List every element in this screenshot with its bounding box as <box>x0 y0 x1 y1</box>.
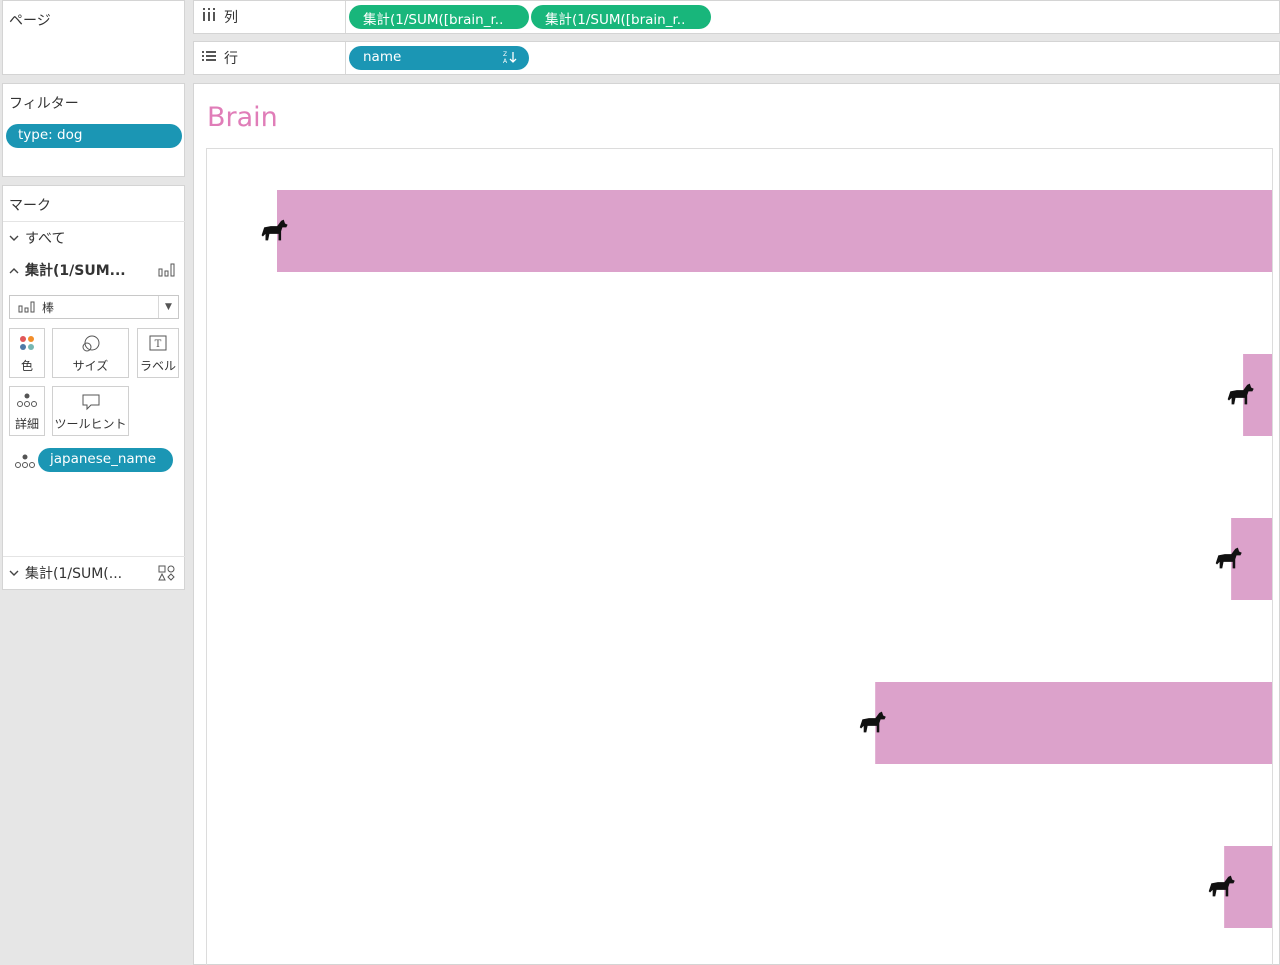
tooltip-button-label: ツールヒント <box>54 417 127 431</box>
columns-shelf[interactable]: 列 集計(1/SUM([brain_r.. 集計(1/SUM([brain_r.… <box>193 0 1280 34</box>
chevron-down-icon <box>9 566 25 580</box>
detail-field-pill[interactable]: japanese_name <box>38 448 173 472</box>
bar-chart-icon <box>18 301 35 313</box>
worksheet-view: Brain <box>193 83 1280 965</box>
columns-label-text: 列 <box>224 10 238 26</box>
bar-chart <box>261 190 1273 928</box>
rows-label-text: 行 <box>224 51 238 67</box>
marks-second-layer-row[interactable]: 集計(1/SUM(... <box>3 557 186 589</box>
mark-type-select[interactable]: 棒 ▼ <box>9 295 179 319</box>
columns-shelf-label: 列 <box>194 1 346 33</box>
detail-dots-icon <box>10 393 44 407</box>
detail-button[interactable]: 詳細 <box>9 386 45 436</box>
tableau-worksheet: ページ フィルター type: dog マーク すべて 集計(1/SUM... … <box>0 0 1280 965</box>
bar-mark[interactable] <box>277 190 1273 272</box>
label-button[interactable]: T ラベル <box>137 328 179 378</box>
marks-all-label: すべて <box>25 231 66 247</box>
bar-mark[interactable] <box>1231 518 1273 600</box>
marks-all-row[interactable]: すべて <box>3 222 186 254</box>
svg-text:Z: Z <box>503 51 507 58</box>
tooltip-bubble-icon <box>53 393 128 411</box>
marks-second-layer-label: 集計(1/SUM(... <box>25 566 123 582</box>
dropdown-arrow-icon[interactable]: ▼ <box>158 296 178 318</box>
filters-title: フィルター <box>9 96 79 112</box>
chevron-up-icon <box>9 263 25 277</box>
columns-icon <box>202 8 224 26</box>
row-pill-label: name <box>363 49 402 65</box>
svg-text:A: A <box>503 58 508 64</box>
row-pill-name[interactable]: name ZA <box>349 46 529 70</box>
text-label-icon: T <box>138 335 178 351</box>
chevron-down-icon <box>9 231 25 245</box>
marks-card: マーク すべて 集計(1/SUM... 棒 ▼ 色 サイズ T ラベル 詳細 ツ… <box>2 185 186 590</box>
bar-mark[interactable] <box>875 682 1273 764</box>
marks-layer-label: 集計(1/SUM... <box>25 263 126 279</box>
filter-pill-type[interactable]: type: dog <box>6 124 182 148</box>
sort-descending-icon[interactable]: ZA <box>503 50 517 68</box>
rows-shelf-label: 行 <box>194 42 346 74</box>
color-button-label: 色 <box>20 359 33 373</box>
size-circles-icon <box>53 335 128 353</box>
pages-title: ページ <box>9 13 51 29</box>
color-button[interactable]: 色 <box>9 328 45 378</box>
marks-title: マーク <box>9 198 51 214</box>
svg-text:T: T <box>155 339 162 350</box>
plot-area <box>206 148 1273 965</box>
label-button-label: ラベル <box>139 359 176 373</box>
rows-icon <box>202 50 224 66</box>
rows-shelf[interactable]: 行 name ZA <box>193 41 1280 75</box>
view-title: Brain <box>207 102 278 133</box>
bar-mark[interactable] <box>1224 846 1273 928</box>
shapes-icon <box>158 565 176 585</box>
size-button-label: サイズ <box>72 359 109 373</box>
detail-button-label: 詳細 <box>14 417 39 431</box>
bar-mark[interactable] <box>1243 354 1273 436</box>
color-dots-icon <box>10 335 44 351</box>
bar-chart-icon <box>158 263 176 281</box>
size-button[interactable]: サイズ <box>52 328 129 378</box>
column-pill-1[interactable]: 集計(1/SUM([brain_r.. <box>349 5 529 29</box>
filters-card[interactable]: フィルター type: dog <box>2 83 185 177</box>
marks-layer-row[interactable]: 集計(1/SUM... <box>3 254 186 286</box>
detail-dots-icon <box>15 454 35 472</box>
pages-card[interactable]: ページ <box>2 0 185 75</box>
tooltip-button[interactable]: ツールヒント <box>52 386 129 436</box>
column-pill-2[interactable]: 集計(1/SUM([brain_r.. <box>531 5 711 29</box>
mark-type-label: 棒 <box>42 300 55 315</box>
